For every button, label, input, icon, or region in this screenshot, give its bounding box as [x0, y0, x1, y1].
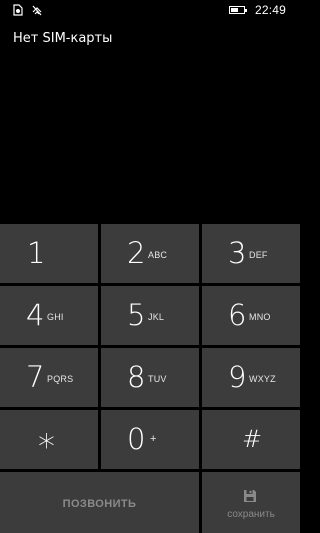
key-digit: # [242, 425, 263, 453]
key-digit: 1 [27, 236, 46, 270]
keypad: ПОЗВОНИТЬ сохранить 1 2 ABC 3 DEF 4 GHI 5 JKL 6 MN… [0, 221, 300, 533]
key-9[interactable]: 9 WXYZ [202, 348, 300, 407]
key-digit: 9 [228, 360, 247, 394]
sim-status-text: Нет SIM-карты [13, 31, 113, 46]
status-icons-right: 22:49 [228, 3, 286, 17]
key-digit: 4 [26, 298, 45, 332]
call-button[interactable]: ПОЗВОНИТЬ [0, 472, 199, 533]
key-digit: 8 [127, 360, 146, 394]
save-button-label: сохранить [227, 509, 275, 520]
clock: 22:49 [254, 3, 286, 17]
battery-icon [228, 6, 247, 14]
key-digit: 5 [127, 298, 146, 332]
key-5[interactable]: 5 JKL [101, 286, 199, 345]
key-1[interactable]: 1 [0, 224, 98, 283]
key-4[interactable]: 4 GHI [0, 286, 98, 345]
key-3[interactable]: 3 DEF [202, 224, 300, 283]
save-button[interactable]: сохранить [202, 472, 300, 533]
key-letters: WXYZ [249, 374, 276, 384]
battery-level [230, 8, 238, 12]
status-bar: 22:49 [0, 0, 300, 22]
key-letters: GHI [47, 312, 64, 322]
key-digit: 7 [26, 360, 45, 394]
no-sim-icon [12, 4, 23, 16]
key-star[interactable]: * [0, 410, 98, 469]
key-0[interactable]: 0 + [101, 410, 199, 469]
key-digit: 3 [228, 236, 247, 270]
dialer-screen: 22:49 Нет SIM-карты ПОЗВОНИТЬ сохранить … [0, 0, 300, 533]
key-letters: JKL [148, 312, 165, 322]
key-2[interactable]: 2 ABC [101, 224, 199, 283]
key-letters: ABC [148, 250, 168, 260]
call-button-label: ПОЗВОНИТЬ [62, 498, 137, 510]
no-signal-icon [31, 4, 43, 16]
key-hash[interactable]: # [202, 410, 300, 469]
key-digit: 2 [127, 236, 146, 270]
key-letters: DEF [249, 250, 268, 260]
key-letters: TUV [148, 374, 167, 384]
key-6[interactable]: 6 MNO [202, 286, 300, 345]
key-8[interactable]: 8 TUV [101, 348, 199, 407]
status-icons-left [12, 4, 43, 16]
key-digit: 0 [127, 422, 146, 456]
key-letters: MNO [249, 312, 271, 322]
key-digit: * [38, 427, 55, 467]
key-letters: + [150, 433, 157, 445]
key-letters: PQRS [47, 374, 74, 384]
key-7[interactable]: 7 PQRS [0, 348, 98, 407]
save-icon [243, 488, 257, 507]
key-digit: 6 [228, 298, 247, 332]
